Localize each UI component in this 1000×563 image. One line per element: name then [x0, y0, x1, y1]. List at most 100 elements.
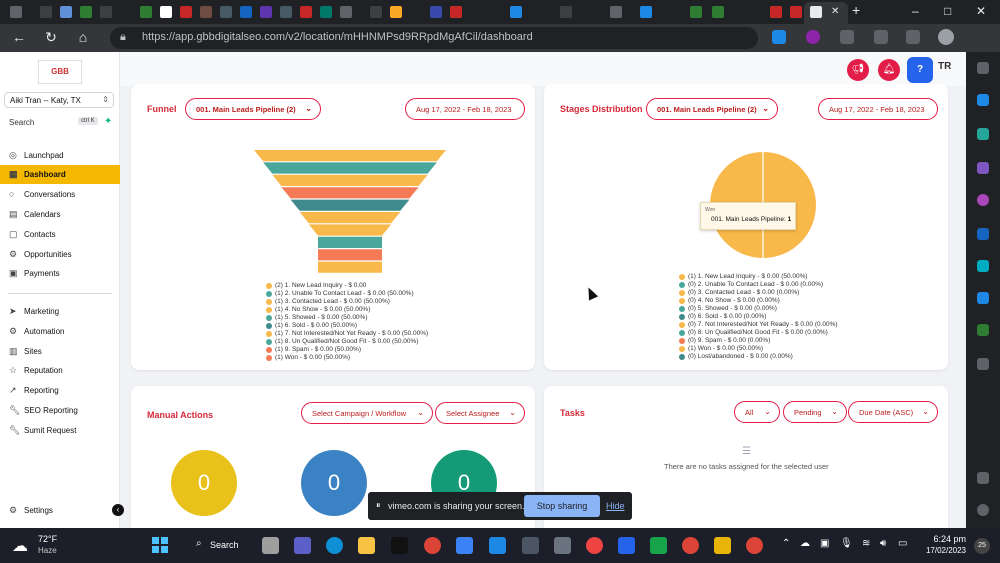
home-icon[interactable]: ⌂: [74, 29, 92, 45]
funnel-stage-band[interactable]: [318, 261, 382, 273]
tab-icon[interactable]: [200, 6, 212, 18]
location-switcher[interactable]: Aiki Tran -- Katy, TX ⇕: [4, 92, 114, 108]
close-window-button[interactable]: ✕: [976, 4, 986, 18]
sidebar-item-marketing[interactable]: ➤ Marketing: [0, 302, 120, 321]
extension-icon[interactable]: [772, 30, 786, 44]
tab-icon[interactable]: [260, 6, 272, 18]
assignee-select[interactable]: Select Assignee ⌄: [435, 402, 525, 424]
legend-entry[interactable]: (1) 4. No Show - $ 0.00 (50.00%): [265, 306, 428, 314]
funnel-stage-band[interactable]: [272, 174, 428, 186]
tab-close-icon[interactable]: ✕: [831, 6, 839, 17]
tab-icon[interactable]: [240, 6, 252, 18]
funnel-stage-band[interactable]: [308, 224, 392, 236]
tab-icon[interactable]: [180, 6, 192, 18]
funnel-pipeline-select[interactable]: 001. Main Leads Pipeline (2) ⌄: [185, 98, 321, 120]
teams-icon[interactable]: [294, 537, 311, 554]
edge-icon[interactable]: [326, 537, 343, 554]
maximize-button[interactable]: □: [944, 4, 951, 18]
campaign-workflow-select[interactable]: Select Campaign / Workflow ⌄: [301, 402, 433, 424]
sidebar-item-settings[interactable]: ⚙ Settings: [0, 501, 120, 520]
legend-entry[interactable]: (1) 8. Un Qualified/Not Good Fit - $ 0.0…: [265, 338, 428, 346]
tab-icon[interactable]: [770, 6, 782, 18]
sidebar-item-conversations[interactable]: ○ Conversations: [0, 185, 120, 204]
legend-entry[interactable]: (1) 6. Sold - $ 0.00 (50.00%): [265, 322, 428, 330]
tab-icon[interactable]: [220, 6, 232, 18]
onedrive-icon[interactable]: ☁: [800, 538, 810, 549]
tab-icon[interactable]: [370, 6, 382, 18]
tray-overflow-icon[interactable]: ⌃: [782, 538, 790, 549]
funnel-stage-band[interactable]: [318, 249, 382, 261]
extension-icon[interactable]: [806, 30, 820, 44]
windows-start-icon[interactable]: [152, 537, 168, 553]
profile-icon[interactable]: [938, 29, 954, 45]
legend-entry[interactable]: (2) 1. New Lead Inquiry - $ 0.00: [265, 282, 428, 290]
legend-entry[interactable]: (0) 2. Unable To Contact Lead - $ 0.00 (…: [678, 281, 838, 289]
sidebar-item-reporting[interactable]: ↗ Reporting: [0, 381, 120, 400]
drop-icon[interactable]: [977, 260, 989, 272]
games-icon[interactable]: [977, 162, 989, 174]
tools-icon[interactable]: [977, 292, 989, 304]
excel-icon[interactable]: [977, 324, 989, 336]
speaker-icon[interactable]: 🔊︎: [880, 538, 886, 549]
search-icon[interactable]: [977, 62, 989, 74]
add-icon[interactable]: [977, 358, 989, 370]
tab-icon[interactable]: [690, 6, 702, 18]
tab-icon[interactable]: [790, 6, 802, 18]
legend-entry[interactable]: (1) 9. Spam - $ 0.00 (50.00%): [265, 346, 428, 354]
legend-entry[interactable]: (0) 5. Showed - $ 0.00 (0.00%): [678, 305, 838, 313]
tab-icon[interactable]: [712, 6, 724, 18]
funnel-stage-band[interactable]: [281, 187, 419, 199]
weather-temperature[interactable]: 72°F: [38, 534, 57, 544]
chrome-icon[interactable]: [746, 537, 763, 554]
tab-icon[interactable]: [640, 6, 652, 18]
app-icon[interactable]: [489, 537, 506, 554]
sidebar-item-calendars[interactable]: ▤ Calendars: [0, 205, 120, 224]
tab-icon[interactable]: [80, 6, 92, 18]
funnel-stage-band[interactable]: [254, 150, 446, 162]
legend-entry[interactable]: (0) 3. Contacted Lead - $ 0.00 (0.00%): [678, 289, 838, 297]
legend-entry[interactable]: (1) 1. New Lead Inquiry - $ 0.00 (50.00%…: [678, 273, 838, 281]
hide-share-bar-link[interactable]: Hide: [606, 501, 625, 511]
gear-icon[interactable]: [977, 504, 989, 516]
photos-icon[interactable]: [586, 537, 603, 554]
sidebar-toggle-icon[interactable]: [977, 472, 989, 484]
tab-icon[interactable]: [320, 6, 332, 18]
tab-icon[interactable]: [430, 6, 442, 18]
legend-entry[interactable]: (1) 3. Contacted Lead - $ 0.00 (50.00%): [265, 298, 428, 306]
help-button[interactable]: ?: [907, 57, 933, 83]
notepad-icon[interactable]: [714, 537, 731, 554]
clock-time[interactable]: 6:24 pm: [922, 534, 966, 544]
tab-icon[interactable]: [560, 6, 572, 18]
sidebar-search[interactable]: Search ctrl K ✦: [4, 115, 114, 131]
sidebar-item-opportunities[interactable]: ⚙ Opportunities: [0, 245, 120, 264]
legend-entry[interactable]: (0) 9. Spam - $ 0.00 (0.00%): [678, 337, 838, 345]
tab-icon[interactable]: [450, 6, 462, 18]
sidebar-item-automation[interactable]: ⚙ Automation: [0, 322, 120, 341]
legend-entry[interactable]: (1) 5. Showed - $ 0.00 (50.00%): [265, 314, 428, 322]
funnel-stage-band[interactable]: [299, 212, 401, 224]
stop-sharing-button[interactable]: Stop sharing: [524, 495, 600, 517]
tag-icon[interactable]: [977, 94, 989, 106]
tab-icon[interactable]: [300, 6, 312, 18]
tab-icon[interactable]: [340, 6, 352, 18]
briefcase-icon[interactable]: [977, 128, 989, 140]
tab-icon[interactable]: [160, 6, 172, 18]
store-icon[interactable]: [456, 537, 473, 554]
manual-action-count[interactable]: 0: [301, 450, 367, 516]
address-bar[interactable]: 🔒︎ https://app.gbbdigitalseo.com/v2/loca…: [110, 27, 758, 49]
legend-entry[interactable]: (1) 2. Unable To Contact Lead - $ 0.00 (…: [265, 290, 428, 298]
active-tab[interactable]: ✕: [804, 2, 848, 24]
tab-icon[interactable]: [610, 6, 622, 18]
sidebar-item-seo-reporting[interactable]: 🔧︎ SEO Reporting: [0, 401, 120, 420]
tasks-filter-all[interactable]: All ⌄: [734, 401, 780, 423]
favorites-icon[interactable]: [874, 30, 888, 44]
tab-icon[interactable]: [60, 6, 72, 18]
excel-icon[interactable]: [650, 537, 667, 554]
sidebar-item-launchpad[interactable]: ◎ Launchpad: [0, 146, 120, 165]
quick-add-icon[interactable]: ✦: [104, 116, 112, 127]
tab-icon[interactable]: [510, 6, 522, 18]
funnel-stage-band[interactable]: [290, 199, 410, 211]
legend-entry[interactable]: (0) 8. Un Qualified/Not Good Fit - $ 0.0…: [678, 329, 838, 337]
notification-badge[interactable]: 25: [974, 538, 990, 554]
chrome-icon[interactable]: [424, 537, 441, 554]
